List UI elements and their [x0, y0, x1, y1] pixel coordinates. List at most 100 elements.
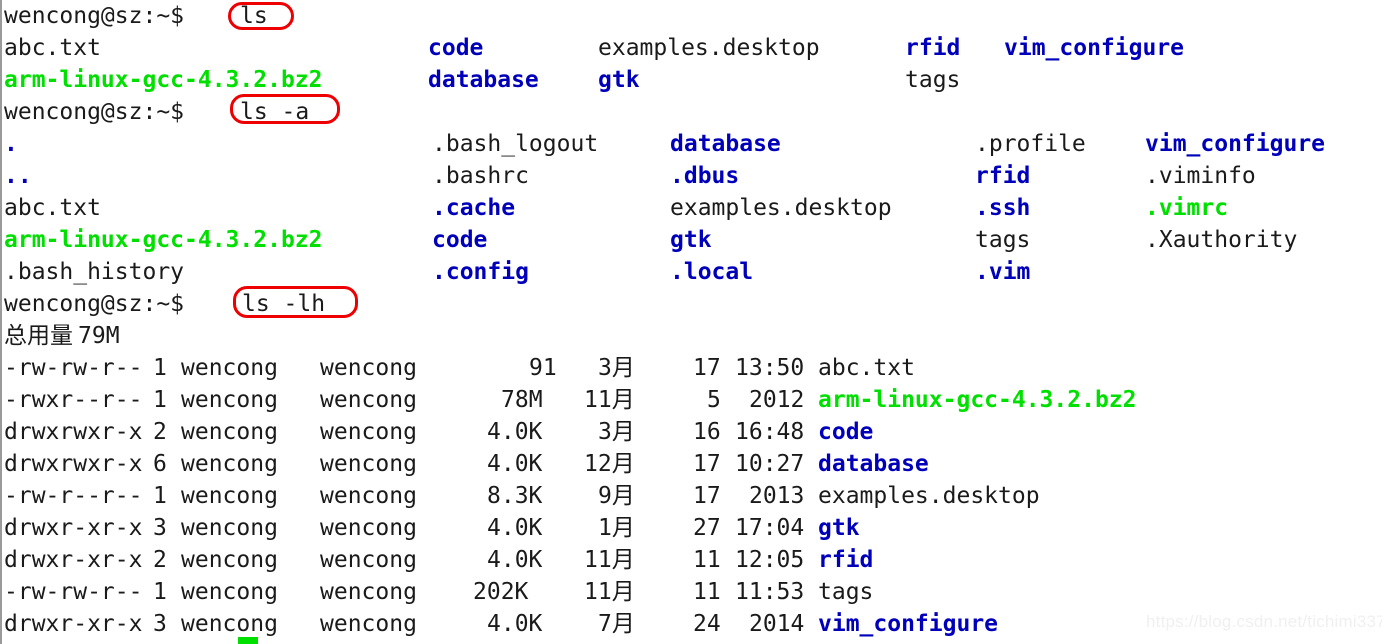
day: 11: [693, 547, 721, 573]
file-item[interactable]: .dbus: [670, 160, 739, 192]
day: 24: [693, 611, 721, 637]
file-item[interactable]: .Xauthority: [1145, 224, 1297, 256]
day: 17: [693, 355, 721, 381]
month: 1月: [598, 515, 635, 541]
time: 17:04: [735, 515, 805, 541]
size: 4.0K: [487, 419, 543, 445]
group: wencong: [320, 483, 417, 509]
day: 17: [693, 483, 721, 509]
size: 202K: [473, 579, 529, 605]
link-count: 6: [153, 451, 167, 477]
prompt-line-ls-a: wencong@sz:~$ ls -a: [0, 96, 1382, 128]
ls-lh-row: drwxr-xr-x 2 wencong wencong 4.0K 11月 11…: [0, 544, 1382, 576]
file-item[interactable]: code: [428, 32, 483, 64]
file-item[interactable]: ..: [4, 160, 32, 192]
file-item[interactable]: .bash_history: [4, 256, 184, 288]
file-item[interactable]: arm-linux-gcc-4.3.2.bz2: [4, 224, 323, 256]
time: 11:53: [735, 579, 805, 605]
file-item[interactable]: vim_configure: [1145, 128, 1325, 160]
file-item[interactable]: arm-linux-gcc-4.3.2.bz2: [818, 384, 1137, 416]
total-value: 79M: [78, 323, 120, 349]
file-item[interactable]: database: [818, 448, 929, 480]
file-item[interactable]: examples.desktop: [598, 32, 820, 64]
prompt-line-ls: wencong@sz:~$ ls: [0, 0, 1382, 32]
size: 4.0K: [487, 547, 543, 573]
file-item[interactable]: gtk: [670, 224, 712, 256]
file-item[interactable]: .local: [670, 256, 753, 288]
command-ls[interactable]: ls: [240, 0, 268, 32]
shell-prompt: wencong@sz:~$: [4, 3, 198, 29]
ls-lh-row: drwxrwxr-x 6 wencong wencong 4.0K 12月 17…: [0, 448, 1382, 480]
time: 2013: [749, 483, 805, 509]
file-item[interactable]: tags: [818, 576, 873, 608]
file-item[interactable]: abc.txt: [818, 352, 915, 384]
file-item[interactable]: .bashrc: [432, 160, 529, 192]
command-ls-a[interactable]: ls -a: [240, 96, 309, 128]
file-item[interactable]: tags: [975, 224, 1030, 256]
ls-lh-row: drwxr-xr-x 3 wencong wencong 4.0K 1月 27 …: [0, 512, 1382, 544]
size: 8.3K: [487, 483, 543, 509]
owner: wencong: [181, 451, 278, 477]
file-item[interactable]: gtk: [598, 64, 640, 96]
file-item[interactable]: examples.desktop: [818, 480, 1040, 512]
owner: wencong: [181, 419, 278, 445]
ls-a-output-row: .. .bashrc .dbus rfid .viminfo: [0, 160, 1382, 192]
file-item[interactable]: database: [428, 64, 539, 96]
file-item[interactable]: arm-linux-gcc-4.3.2.bz2: [4, 64, 323, 96]
prompt-line-ls-lh: wencong@sz:~$ ls -lh: [0, 288, 1382, 320]
size: 4.0K: [487, 515, 543, 541]
ls-output-row: abc.txt code examples.desktop rfid vim_c…: [0, 32, 1382, 64]
file-item[interactable]: tags: [905, 64, 960, 96]
file-item[interactable]: code: [818, 416, 873, 448]
command-ls-lh[interactable]: ls -lh: [242, 288, 325, 320]
file-item[interactable]: .cache: [432, 192, 515, 224]
file-item[interactable]: examples.desktop: [670, 192, 892, 224]
owner: wencong: [181, 579, 278, 605]
link-count: 2: [153, 419, 167, 445]
size: 78M: [501, 387, 543, 413]
file-item[interactable]: gtk: [818, 512, 860, 544]
link-count: 1: [153, 579, 167, 605]
file-item[interactable]: rfid: [975, 160, 1030, 192]
group: wencong: [320, 611, 417, 637]
link-count: 3: [153, 611, 167, 637]
file-item[interactable]: .ssh: [975, 192, 1030, 224]
clipped-next-line-glyph: [238, 637, 258, 644]
file-item[interactable]: code: [432, 224, 487, 256]
time: 13:50: [735, 355, 805, 381]
day: 27: [693, 515, 721, 541]
file-item[interactable]: .vim: [975, 256, 1030, 288]
month: 3月: [598, 419, 635, 445]
file-item[interactable]: vim_configure: [818, 608, 998, 640]
file-item[interactable]: rfid: [905, 32, 960, 64]
owner: wencong: [181, 515, 278, 541]
file-item[interactable]: .viminfo: [1145, 160, 1256, 192]
permissions: -rw-r--r--: [4, 483, 143, 509]
ls-lh-total-line: 总用量 79M: [0, 320, 1382, 352]
ls-a-output-row: abc.txt .cache examples.desktop .ssh .vi…: [0, 192, 1382, 224]
ls-a-output-row: arm-linux-gcc-4.3.2.bz2 code gtk tags .X…: [0, 224, 1382, 256]
file-item[interactable]: abc.txt: [4, 192, 101, 224]
ls-lh-row: -rw-r--r-- 1 wencong wencong 8.3K 9月 17 …: [0, 480, 1382, 512]
group: wencong: [320, 419, 417, 445]
day: 17: [693, 451, 721, 477]
day: 11: [693, 579, 721, 605]
file-item[interactable]: database: [670, 128, 781, 160]
shell-prompt: wencong@sz:~$: [4, 291, 198, 317]
file-item[interactable]: .bash_logout: [432, 128, 598, 160]
owner: wencong: [181, 355, 278, 381]
file-item[interactable]: rfid: [818, 544, 873, 576]
size: 4.0K: [487, 611, 543, 637]
file-item[interactable]: .: [4, 128, 18, 160]
permissions: -rwxr--r--: [4, 387, 143, 413]
group: wencong: [320, 387, 417, 413]
file-item[interactable]: .vimrc: [1145, 192, 1228, 224]
file-item[interactable]: vim_configure: [1004, 32, 1184, 64]
file-item[interactable]: .config: [432, 256, 529, 288]
file-item[interactable]: .profile: [975, 128, 1086, 160]
file-item[interactable]: abc.txt: [4, 32, 101, 64]
terminal-window: wencong@sz:~$ ls abc.txt code examples.d…: [0, 0, 1382, 644]
size: 91: [529, 355, 557, 381]
ls-lh-row: -rw-rw-r-- 1 wencong wencong 91 3月 17 13…: [0, 352, 1382, 384]
shell-prompt: wencong@sz:~$: [4, 99, 198, 125]
